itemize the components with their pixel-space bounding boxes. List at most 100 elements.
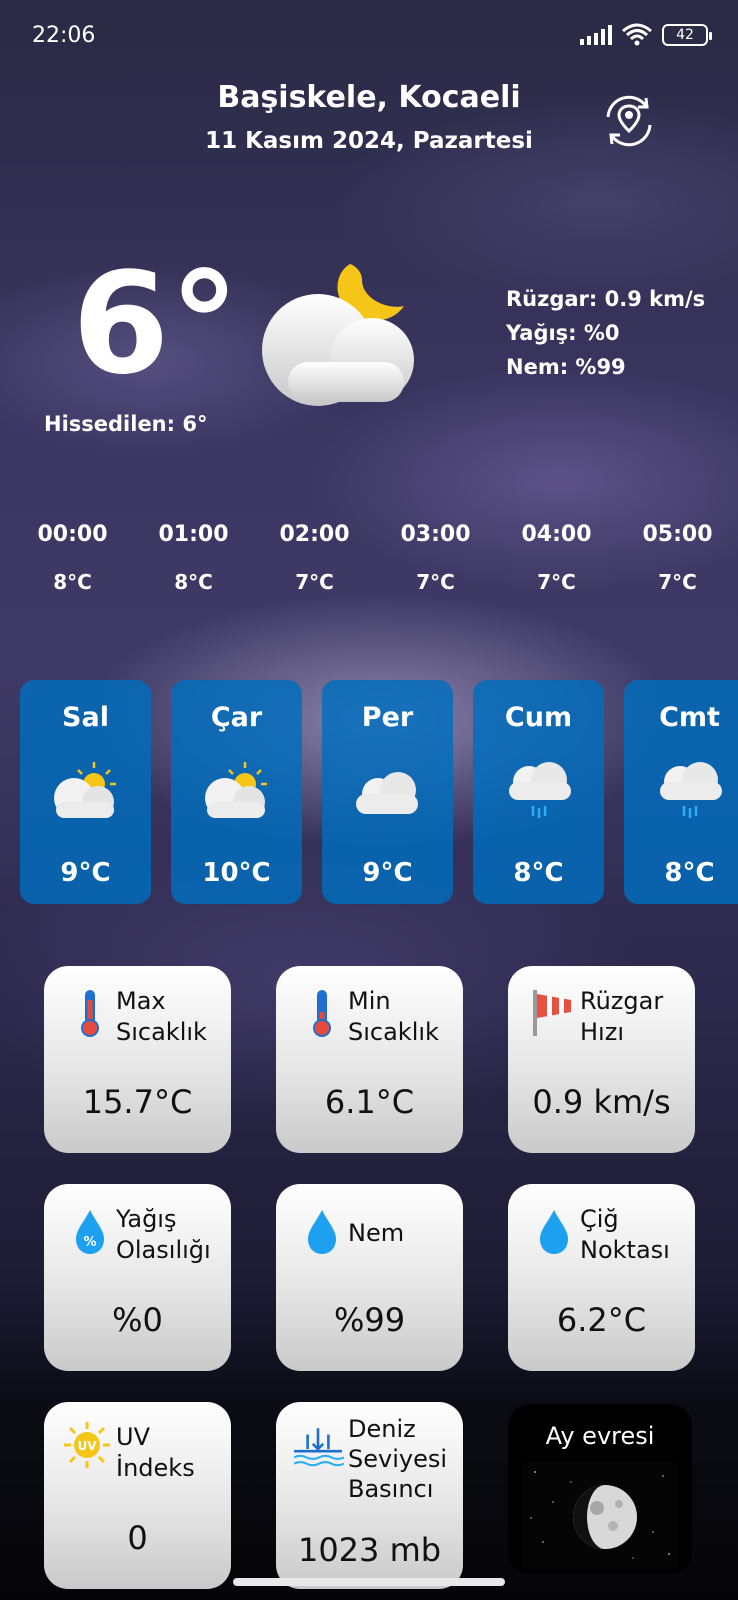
label-line: Deniz (348, 1415, 416, 1443)
label-line: İndeks (116, 1454, 195, 1482)
uv-value: 0 (127, 1519, 148, 1557)
sun-cloud-icon (205, 762, 267, 818)
wind-detail: Rüzgar: 0.9 km/s (506, 287, 706, 311)
day-card[interactable]: Per 9°C (322, 680, 453, 904)
day-temp: 9°C (60, 858, 111, 888)
day-name: Sal (62, 702, 109, 733)
moon-phase-card[interactable]: Ay evresi (508, 1404, 692, 1574)
drop-icon (540, 1210, 568, 1254)
hour-temp: 7°C (537, 570, 576, 594)
cloud-moon-icon (262, 264, 414, 406)
label-line: UV (116, 1423, 150, 1451)
dew-point-value: 6.2°C (556, 1301, 647, 1339)
label-line: Hızı (580, 1018, 624, 1046)
precip-detail: Yağış: %0 (506, 321, 620, 345)
windsock-icon (533, 990, 571, 1036)
signal-icon (580, 25, 612, 45)
label-line: Yağış (116, 1205, 177, 1233)
label-line: Seviyesi (348, 1445, 448, 1473)
sea-level-icon (293, 1428, 344, 1467)
dew-point-card[interactable]: Çiğ Noktası 6.2°C (508, 1184, 695, 1371)
current-details: Rüzgar: 0.9 km/s Yağış: %0 Nem: %99 (506, 282, 705, 384)
uv-index-card[interactable]: UV UV İndeks 0 (44, 1402, 231, 1589)
label-line: Noktası (580, 1236, 670, 1264)
hour-item: 02:00 7°C (254, 522, 375, 606)
day-card[interactable]: Sal 9°C (20, 680, 151, 904)
hour-time: 02:00 (279, 522, 350, 547)
hour-temp: 7°C (658, 570, 697, 594)
day-temp: 8°C (513, 858, 564, 888)
rain-cloud-icon (509, 762, 571, 818)
label-line: Min (348, 987, 391, 1015)
moon-phase-label: Ay evresi (545, 1422, 655, 1450)
day-temp: 10°C (202, 858, 271, 888)
battery-icon: 42 (662, 24, 712, 46)
hour-item: 05:00 7°C (617, 522, 738, 606)
humidity-card[interactable]: Nem %99 (276, 1184, 463, 1371)
card-label: Rüzgar Hızı (580, 986, 663, 1048)
day-card[interactable]: Cum 8°C (473, 680, 604, 904)
uv-icon-text: UV (77, 1439, 97, 1453)
thermometer-icon (81, 990, 99, 1037)
label-line: Max (116, 987, 166, 1015)
label-line: Basıncı (348, 1475, 434, 1503)
hour-time: 04:00 (521, 522, 592, 547)
hour-item: 03:00 7°C (375, 522, 496, 606)
max-temp-value: 15.7°C (82, 1083, 193, 1121)
feels-like: Hissedilen: 6° (44, 412, 208, 436)
current-temperature: 6° (72, 243, 240, 406)
wifi-icon (622, 23, 652, 46)
day-name: Çar (210, 702, 263, 733)
hour-time: 00:00 (37, 522, 108, 547)
day-temp: 9°C (362, 858, 413, 888)
precip-prob-value: %0 (112, 1301, 163, 1339)
home-indicator[interactable] (233, 1578, 505, 1586)
hour-time: 01:00 (158, 522, 229, 547)
refresh-location-icon[interactable] (600, 92, 658, 150)
status-bar: 22:06 42 (32, 18, 712, 52)
wind-speed-value: 0.9 km/s (532, 1083, 671, 1121)
day-card[interactable]: Cmt 8°C (624, 680, 738, 904)
max-temp-card[interactable]: Max Sıcaklık 15.7°C (44, 966, 231, 1153)
hour-item: 04:00 7°C (496, 522, 617, 606)
label-line: Sıcaklık (348, 1018, 439, 1046)
day-name: Cmt (659, 702, 720, 733)
label-line: Olasılığı (116, 1236, 211, 1264)
hour-item: 00:00 8°C (12, 522, 133, 606)
percent-drop-icon: % (76, 1210, 104, 1254)
svg-text:%: % (83, 1235, 96, 1250)
hourly-forecast[interactable]: 00:00 8°C 01:00 8°C 02:00 7°C 03:00 7°C … (12, 522, 738, 606)
day-card[interactable]: Çar 10°C (171, 680, 302, 904)
day-name: Cum (504, 702, 573, 733)
battery-level: 42 (676, 27, 694, 43)
hour-item: 01:00 8°C (133, 522, 254, 606)
card-label: Çiğ Noktası (580, 1204, 670, 1266)
label-line: Rüzgar (580, 987, 664, 1015)
card-label: UV İndeks (116, 1422, 195, 1484)
moon-phase-icon (523, 1462, 677, 1568)
status-time: 22:06 (32, 22, 96, 48)
min-temp-card[interactable]: Min Sıcaklık 6.1°C (276, 966, 463, 1153)
day-name: Per (361, 702, 414, 733)
status-icons: 42 (580, 23, 712, 47)
humidity-detail: Nem: %99 (506, 355, 626, 379)
card-label: Nem (348, 1218, 404, 1249)
thermometer-icon (313, 990, 331, 1037)
daily-forecast[interactable]: Sal 9°C Çar 10°C Per 9°C Cum 8°C Cmt 8°C (20, 680, 738, 904)
sun-cloud-icon (54, 762, 116, 818)
hour-temp: 7°C (295, 570, 334, 594)
hour-time: 05:00 (642, 522, 713, 547)
label-line: Sıcaklık (116, 1018, 207, 1046)
hour-temp: 8°C (174, 570, 213, 594)
precip-prob-card[interactable]: % Yağış Olasılığı %0 (44, 1184, 231, 1371)
min-temp-value: 6.1°C (324, 1083, 415, 1121)
card-label: Max Sıcaklık (116, 986, 207, 1048)
label-line: Nem (348, 1219, 405, 1247)
pressure-card[interactable]: Deniz Seviyesi Basıncı 1023 mb (276, 1402, 463, 1589)
hour-temp: 7°C (416, 570, 455, 594)
wind-speed-card[interactable]: Rüzgar Hızı 0.9 km/s (508, 966, 695, 1153)
humidity-value: %99 (333, 1301, 406, 1339)
pressure-value: 1023 mb (297, 1531, 442, 1569)
label-line: Çiğ (580, 1205, 619, 1233)
card-label: Yağış Olasılığı (116, 1204, 211, 1266)
